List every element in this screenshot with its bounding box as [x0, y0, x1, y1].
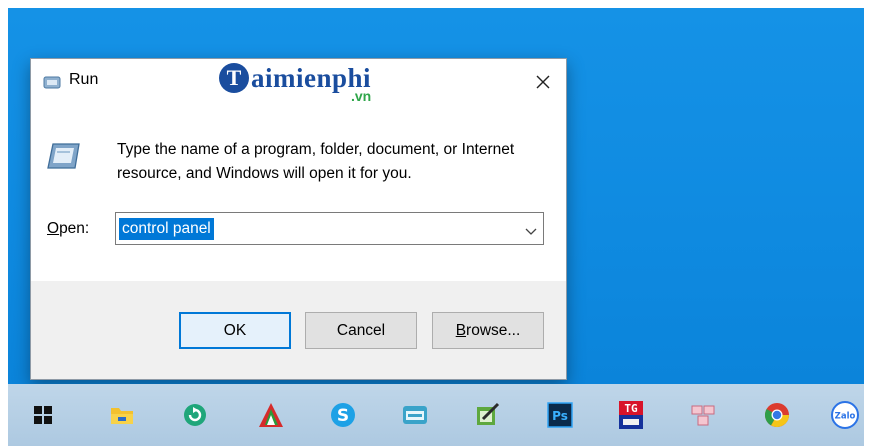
photoshop-label: Ps — [552, 409, 568, 423]
close-icon — [536, 75, 550, 89]
open-label-rest: pen: — [59, 220, 90, 237]
windows-start-icon[interactable] — [26, 398, 60, 432]
dialog-title: Run — [69, 71, 99, 88]
logo-initial: T — [219, 63, 249, 93]
skype-icon[interactable]: S — [326, 398, 360, 432]
taskbar: S Ps TG Zalo — [8, 384, 864, 446]
ok-button[interactable]: OK — [179, 312, 291, 349]
zalo-icon[interactable]: Zalo — [828, 398, 862, 432]
browse-label-rest: rowse... — [466, 321, 521, 339]
svg-text:S: S — [337, 406, 349, 426]
logo-suffix: .vn — [351, 88, 372, 104]
open-label-accel: O — [47, 220, 60, 237]
run-dialog: Run T aimienphi .vn Type the name of a p… — [30, 58, 567, 380]
red-triangle-app-icon[interactable] — [254, 398, 288, 432]
zalo-label: Zalo — [835, 412, 856, 422]
chrome-icon[interactable] — [760, 398, 794, 432]
close-button[interactable] — [526, 65, 560, 99]
open-input[interactable]: control panel — [119, 218, 214, 240]
cancel-button[interactable]: Cancel — [305, 312, 417, 349]
browse-label-accel: B — [455, 321, 467, 339]
run-large-icon — [45, 141, 81, 175]
browse-button[interactable]: Browse... — [432, 312, 544, 349]
notepad-pencil-icon[interactable] — [470, 398, 504, 432]
file-explorer-icon[interactable] — [105, 398, 139, 432]
dialog-description: Type the name of a program, folder, docu… — [117, 141, 515, 182]
cloud-app-icon[interactable] — [398, 398, 432, 432]
run-icon — [41, 75, 63, 95]
photoshop-icon[interactable]: Ps — [543, 398, 577, 432]
title-bar[interactable]: Run T aimienphi .vn — [31, 59, 566, 105]
chevron-down-icon[interactable] — [525, 222, 537, 241]
green-app-icon[interactable] — [178, 398, 212, 432]
tg-app-icon[interactable]: TG — [614, 398, 648, 432]
open-label: Open: — [47, 220, 89, 238]
dialog-body: Type the name of a program, folder, docu… — [31, 105, 566, 281]
grid-app-icon[interactable] — [686, 398, 720, 432]
open-combobox[interactable]: control panel — [115, 212, 544, 245]
tg-label: TG — [624, 402, 638, 415]
